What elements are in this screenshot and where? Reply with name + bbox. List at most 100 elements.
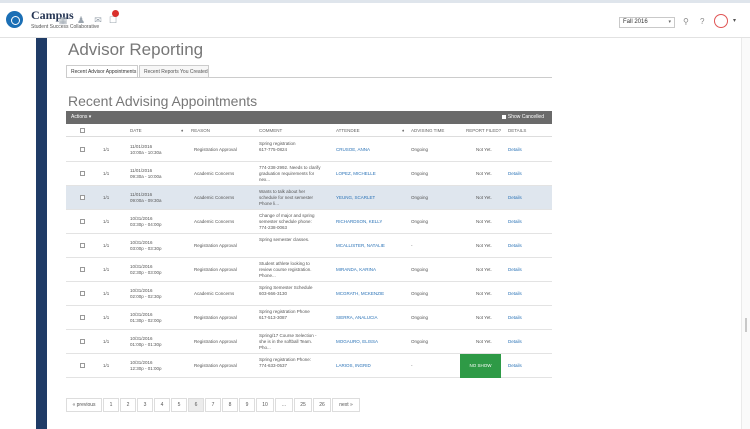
pagination-page[interactable]: 5 xyxy=(171,398,187,412)
app-header: Campus Student Success Collaborative ▦ ♟… xyxy=(0,3,750,38)
chevron-down-icon[interactable]: ▾ xyxy=(733,17,736,24)
row-advising-time: Ongoing xyxy=(411,147,429,152)
show-cancelled-toggle[interactable]: Show Cancelled xyxy=(501,114,544,120)
select-all-checkbox[interactable] xyxy=(80,128,85,133)
row-comment: Phone... xyxy=(259,273,276,278)
header-reason[interactable]: REASON xyxy=(191,128,210,133)
pagination-page[interactable]: 1 xyxy=(103,398,119,412)
pagination-page[interactable]: 9 xyxy=(239,398,255,412)
row-details-link[interactable]: Details xyxy=(508,339,522,345)
row-reason: Registration Approval xyxy=(194,147,237,152)
calendar-icon[interactable]: ▦ xyxy=(58,16,68,25)
table-row[interactable]: 1/1 11/01/2016 09:00a - 09:30a Academic Con… xyxy=(66,186,552,210)
pagination-page[interactable]: 25 xyxy=(294,398,312,412)
pagination-page[interactable]: 8 xyxy=(222,398,238,412)
row-advising-time: - xyxy=(411,363,413,368)
row-time: 12:30p - 01:00p xyxy=(130,366,162,371)
row-checkbox[interactable] xyxy=(80,219,85,224)
pagination-previous[interactable]: « previous xyxy=(66,398,102,412)
row-reason: Academic Concerns xyxy=(194,171,235,176)
pagination-page[interactable]: 10 xyxy=(256,398,274,412)
sort-icon[interactable]: ♦ xyxy=(181,128,183,133)
row-details-link[interactable]: Details xyxy=(508,315,522,321)
pagination-page[interactable]: 4 xyxy=(154,398,170,412)
row-attendee-link[interactable]: YEUNG, SCARLET xyxy=(336,195,375,201)
row-checkbox[interactable] xyxy=(80,171,85,176)
row-checkbox[interactable] xyxy=(80,339,85,344)
pagination-page[interactable]: 3 xyxy=(137,398,153,412)
row-comment: 774-238-0063 xyxy=(259,225,288,230)
row-count: 1/1 xyxy=(103,363,110,368)
people-icon[interactable]: ♟ xyxy=(76,16,86,25)
row-checkbox[interactable] xyxy=(80,243,85,248)
pagination-page[interactable]: 7 xyxy=(205,398,221,412)
row-details-link[interactable]: Details xyxy=(508,171,522,177)
header-comment[interactable]: COMMENT xyxy=(259,128,282,133)
pagination-page[interactable]: 6 xyxy=(188,398,204,412)
header-details[interactable]: DETAILS xyxy=(508,128,526,133)
row-attendee-link[interactable]: RICHARDSON, KELLY xyxy=(336,219,382,225)
message-icon[interactable]: ✉ xyxy=(93,16,103,25)
row-details-link[interactable]: Details xyxy=(508,147,522,153)
pagination-page[interactable]: 26 xyxy=(313,398,331,412)
scrollbar[interactable] xyxy=(741,38,750,429)
header-attendee[interactable]: ATTENDEE xyxy=(336,128,360,133)
header-report-filed[interactable]: REPORT FILED? xyxy=(466,128,501,133)
row-time: 09:00a - 09:30a xyxy=(130,198,162,203)
scrollbar-thumb[interactable] xyxy=(745,318,747,332)
row-checkbox[interactable] xyxy=(80,315,85,320)
table-toolbar: Actions ▾ Show Cancelled xyxy=(66,111,552,124)
row-details-link[interactable]: Details xyxy=(508,243,522,249)
row-details-link[interactable]: Details xyxy=(508,195,522,201)
table-row[interactable]: 1/1 10/31/2016 02:30p - 03:00p Registration… xyxy=(66,258,552,282)
row-details-link[interactable]: Details xyxy=(508,219,522,225)
actions-dropdown[interactable]: Actions ▾ xyxy=(71,114,91,120)
header-date[interactable]: DATE xyxy=(130,128,142,133)
pagination-page[interactable]: 2 xyxy=(120,398,136,412)
sort-icon[interactable]: ♦ xyxy=(402,128,404,133)
row-attendee-link[interactable]: MCGRATH, MCKENZIE xyxy=(336,291,384,297)
row-attendee-link[interactable]: LARIOS, INGRID xyxy=(336,363,371,369)
row-advising-time: Ongoing xyxy=(411,195,429,200)
row-attendee-link[interactable]: CRUSOE, ANNA xyxy=(336,147,370,153)
campus-logo-icon[interactable] xyxy=(6,11,23,28)
row-checkbox[interactable] xyxy=(80,291,85,296)
row-advising-time: - xyxy=(411,243,413,248)
row-report-filed: Not Yet. xyxy=(476,291,492,296)
row-advising-time: Ongoing xyxy=(411,291,429,296)
row-details-link[interactable]: Details xyxy=(508,363,522,369)
checkbox-icon[interactable] xyxy=(501,114,506,119)
term-select[interactable]: Fall 2016 ▾ xyxy=(619,17,675,28)
row-reason: Academic Concerns xyxy=(194,219,235,224)
table-row[interactable]: 1/1 10/31/2016 03:00p - 03:30p Registration… xyxy=(66,234,552,258)
table-row[interactable]: 1/1 10/31/2016 01:30p - 02:00p Registration… xyxy=(66,306,552,330)
row-attendee-link[interactable]: MIRANDA, KARINA xyxy=(336,267,376,273)
row-checkbox[interactable] xyxy=(80,363,85,368)
row-attendee-link[interactable]: LOPEZ, MICHELLE xyxy=(336,171,376,177)
row-time: 03:30p - 04:00p xyxy=(130,222,162,227)
pagination-next[interactable]: next » xyxy=(332,398,360,412)
row-details-link[interactable]: Details xyxy=(508,267,522,273)
tab-divider xyxy=(66,77,552,78)
row-reason: Academic Concerns xyxy=(194,195,235,200)
avatar[interactable] xyxy=(714,14,728,28)
row-checkbox[interactable] xyxy=(80,267,85,272)
table-row[interactable]: 1/1 11/01/2016 09:30a - 10:00a Academic Con… xyxy=(66,162,552,186)
row-attendee-link[interactable]: SIERRA, ANALUCIA xyxy=(336,315,378,321)
row-attendee-link[interactable]: MOGAURO, ELISSA xyxy=(336,339,378,345)
search-icon[interactable]: ⚲ xyxy=(683,17,689,26)
notification-icon[interactable]: ☐ xyxy=(108,16,118,25)
row-reason: Academic Concerns xyxy=(194,291,235,296)
table-row[interactable]: 1/1 10/31/2016 12:30p - 01:00p Registration… xyxy=(66,354,552,378)
row-checkbox[interactable] xyxy=(80,195,85,200)
table-row[interactable]: 1/1 10/31/2016 02:00p - 02:30p Academic Con… xyxy=(66,282,552,306)
help-icon[interactable]: ? xyxy=(700,17,704,26)
row-advising-time: Ongoing xyxy=(411,171,429,176)
header-advising-time[interactable]: ADVISING TIME xyxy=(411,128,444,133)
table-row[interactable]: 1/1 10/31/2016 01:00p - 01:30p Registration… xyxy=(66,330,552,354)
table-row[interactable]: 1/1 11/01/2016 10:00a - 10:30a Registration… xyxy=(66,138,552,162)
table-row[interactable]: 1/1 10/31/2016 03:30p - 04:00p Academic Con… xyxy=(66,210,552,234)
row-checkbox[interactable] xyxy=(80,147,85,152)
row-attendee-link[interactable]: MCALLISTER, NATALIE xyxy=(336,243,385,249)
row-details-link[interactable]: Details xyxy=(508,291,522,297)
